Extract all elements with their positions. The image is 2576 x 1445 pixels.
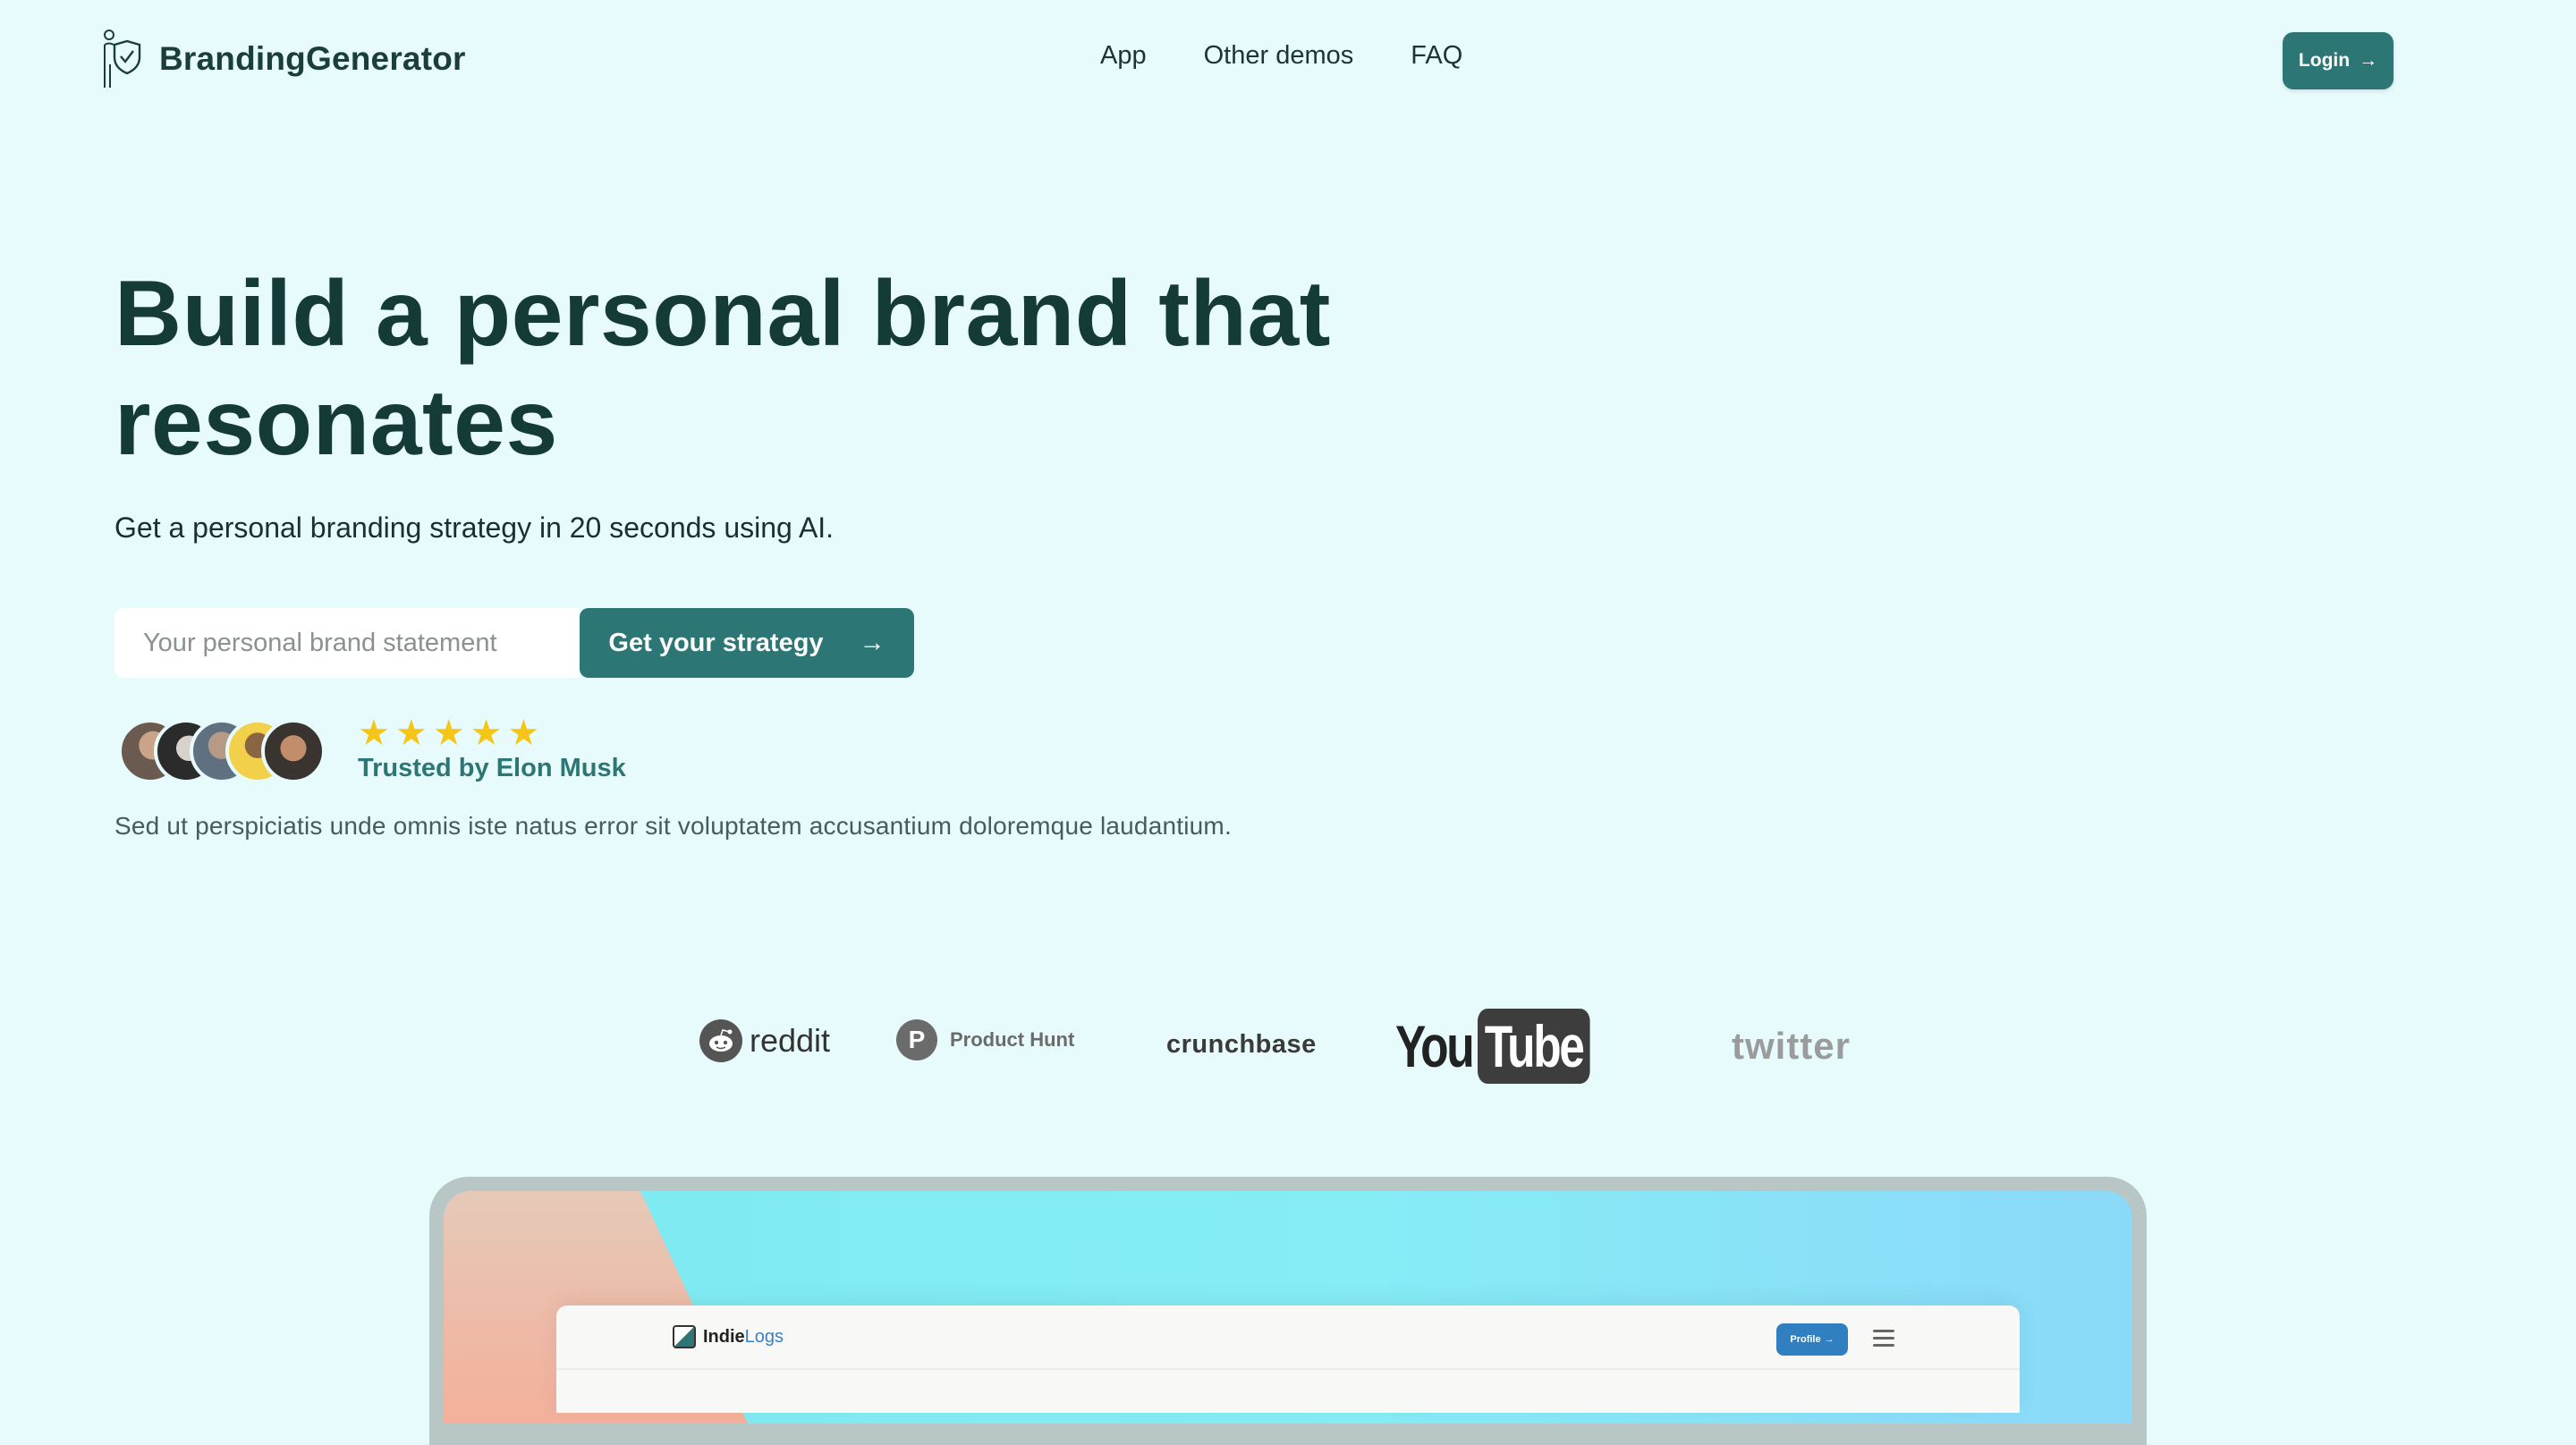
preview-app-card: IndieLogs Profile → — [556, 1306, 2020, 1413]
nav-app[interactable]: App — [1100, 41, 1147, 71]
product-hunt-logo: P Product Hunt — [896, 1019, 1074, 1061]
indielogs-prefix: Indie — [703, 1326, 745, 1347]
brand-statement-input[interactable] — [114, 608, 580, 678]
hamburger-menu-icon[interactable] — [1873, 1330, 1894, 1348]
divider — [556, 1368, 2020, 1370]
avatar — [261, 719, 326, 783]
star-icon: ★ — [507, 714, 540, 753]
person-shield-icon — [104, 30, 141, 88]
arrow-right-icon: → — [859, 628, 886, 657]
reddit-alien-icon — [699, 1019, 742, 1062]
youtube-tube: Tube — [1478, 1009, 1590, 1084]
main-nav: App Other demos FAQ — [1100, 41, 1462, 71]
strategy-form: Get your strategy → — [114, 608, 914, 678]
reddit-wordmark: reddit — [750, 1022, 831, 1059]
brand-name: BrandingGenerator — [159, 40, 466, 77]
indielogs-suffix: Logs — [744, 1326, 784, 1347]
star-icon: ★ — [394, 714, 428, 753]
profile-button[interactable]: Profile → — [1776, 1323, 1848, 1356]
nav-other-demos[interactable]: Other demos — [1204, 41, 1354, 71]
rating-stars: ★ ★ ★ ★ ★ — [358, 714, 539, 753]
avatar-group — [118, 719, 326, 783]
youtube-you: You — [1395, 1013, 1475, 1079]
hero-description: Sed ut perspiciatis unde omnis iste natu… — [114, 812, 1232, 840]
get-strategy-button[interactable]: Get your strategy → — [580, 608, 914, 678]
indielogs-logo[interactable]: IndieLogs — [673, 1325, 784, 1348]
get-strategy-label: Get your strategy — [608, 628, 824, 657]
star-icon: ★ — [432, 714, 465, 753]
login-button[interactable]: Login → — [2283, 32, 2394, 89]
product-hunt-icon: P — [896, 1019, 937, 1061]
indielogs-icon — [673, 1325, 696, 1348]
star-icon: ★ — [358, 714, 390, 753]
profile-label: Profile — [1790, 1334, 1821, 1345]
arrow-right-icon: → — [1824, 1334, 1835, 1345]
hero-title: Build a personal brand that resonates — [114, 262, 1331, 475]
login-label: Login — [2298, 50, 2351, 71]
brand-logo[interactable]: BrandingGenerator — [100, 29, 466, 89]
trusted-by-text: Trusted by Elon Musk — [358, 754, 626, 782]
star-icon: ★ — [470, 714, 503, 753]
nav-faq[interactable]: FAQ — [1411, 41, 1462, 71]
youtube-logo: You Tube — [1395, 1009, 1622, 1084]
hero-subtitle: Get a personal branding strategy in 20 s… — [114, 511, 835, 544]
reddit-logo: reddit — [699, 1019, 830, 1062]
crunchbase-logo: crunchbase — [1166, 1030, 1317, 1059]
twitter-logo: twitter — [1732, 1025, 1851, 1067]
product-hunt-wordmark: Product Hunt — [950, 1028, 1075, 1051]
arrow-right-icon: → — [2359, 50, 2378, 71]
